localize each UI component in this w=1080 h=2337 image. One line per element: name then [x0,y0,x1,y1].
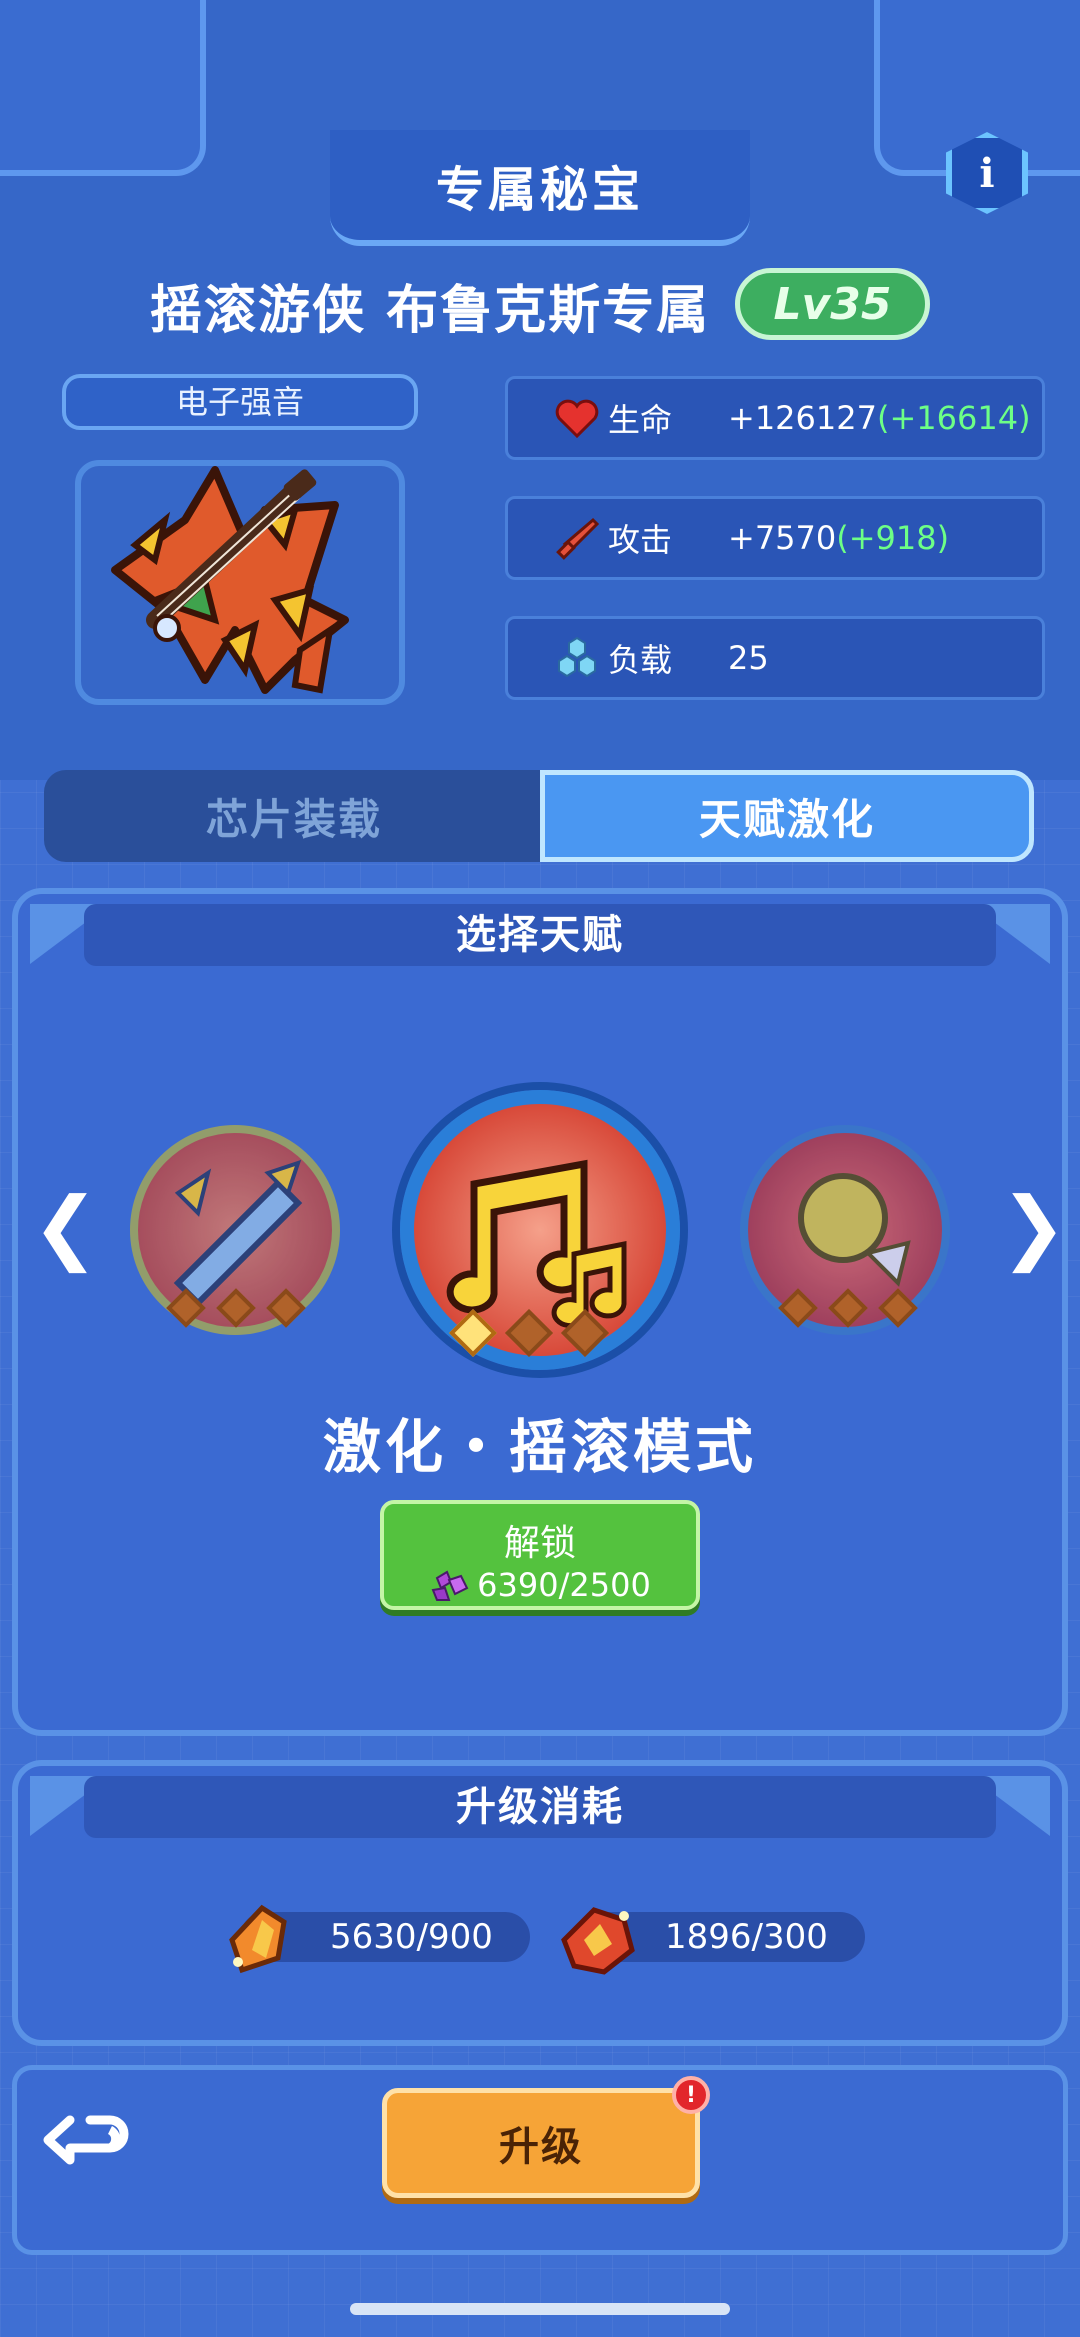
unlock-cost: 6390/2500 [384,1566,696,1604]
page-title: 专属秘宝 [435,162,644,218]
stat-value: +126127 [728,399,877,437]
talent-panel-header: 选择天赋 [84,904,996,966]
stat-row-attack: 攻击 +7570 (+918) [505,496,1045,580]
orange-crystal-icon [229,1904,287,1974]
info-icon: i [979,149,995,197]
star-diamond-icon [216,1288,256,1328]
cost-value: 5630/900 [330,1917,493,1957]
unlock-label: 解锁 [503,1523,576,1564]
sword-icon [552,513,602,563]
purple-gem-icon [431,1570,469,1601]
heart-icon [552,393,602,443]
cost-value: 1896/300 [665,1917,828,1957]
star-diamond-icon [448,1308,498,1358]
stat-label: 生命 [608,401,673,439]
stat-label: 负载 [608,641,673,679]
item-subtitle: 电子强音 [62,374,418,430]
stat-bonus: (+16614) [876,399,1031,437]
talent-stars-right [778,1288,918,1328]
star-diamond-icon [778,1288,818,1328]
talent-stars-center [448,1308,610,1358]
star-diamond-icon [504,1308,554,1358]
star-diamond-icon [828,1288,868,1328]
stat-bonus: (+918) [836,519,950,557]
star-diamond-icon [878,1288,918,1328]
star-diamond-icon [560,1308,610,1358]
upgrade-button[interactable]: 升级 [382,2088,700,2198]
unlock-cost-value: 6390/2500 [477,1566,651,1604]
arrow-left-icon[interactable]: ❮ [32,1180,99,1273]
upgrade-panel-header: 升级消耗 [84,1776,996,1838]
stat-row-load: 负载 25 [505,616,1045,700]
tab-chip-loading[interactable]: 芯片装载 [44,770,544,862]
stat-label: 攻击 [608,521,673,559]
hexagon-cluster-icon [552,633,602,683]
level-badge: Lv35 [735,268,930,340]
talent-name: 激化・摇滚模式 [322,1413,757,1481]
home-indicator[interactable] [350,2303,730,2315]
alert-badge: ! [672,2076,710,2114]
talent-stars-left [166,1288,306,1328]
back-icon[interactable] [40,2108,140,2178]
tab-talent-activation[interactable]: 天赋激化 [540,770,1034,862]
star-diamond-icon [266,1288,306,1328]
stat-value: 25 [728,639,769,677]
unlock-button[interactable]: 解锁 6390/2500 [380,1500,700,1610]
item-name: 摇滚游侠 布鲁克斯专属 [150,281,711,341]
guitar-icon [111,466,349,694]
stat-value: +7570 [728,519,837,557]
arrow-right-icon[interactable]: ❯ [1000,1180,1067,1273]
red-crystal-icon [561,1907,635,1975]
stat-row-hp: 生命 +126127 (+16614) [505,376,1045,460]
star-diamond-icon [166,1288,206,1328]
